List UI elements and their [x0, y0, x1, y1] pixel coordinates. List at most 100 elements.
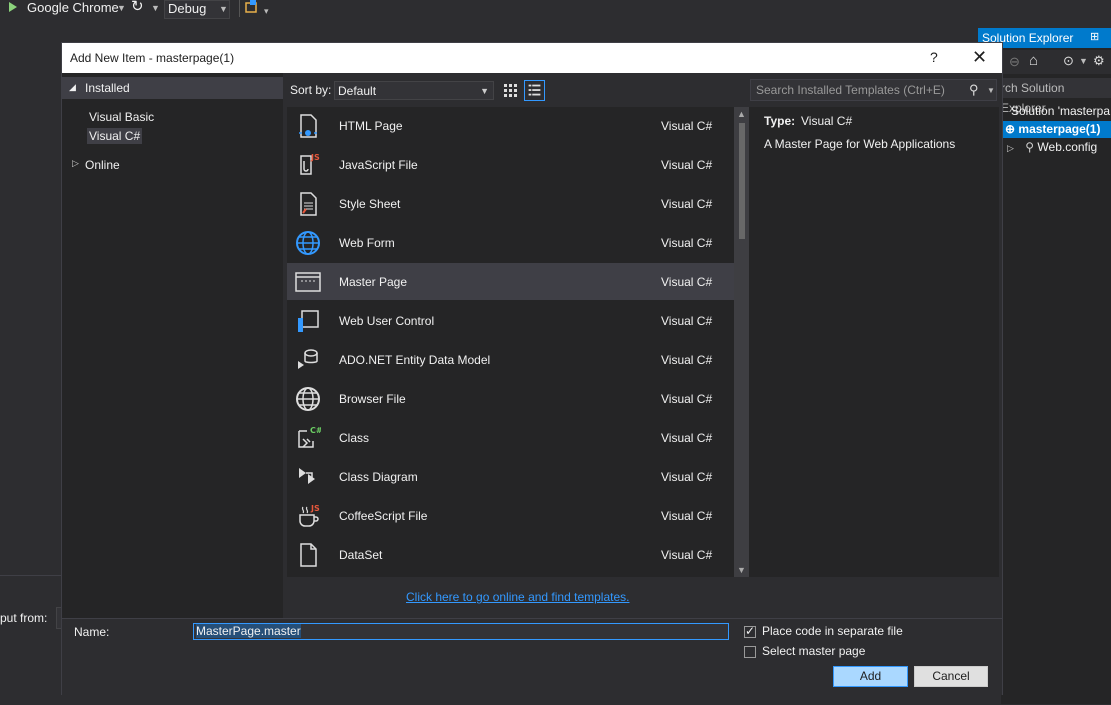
solution-node[interactable]: Solution 'masterpa [1001, 103, 1110, 120]
entity-data-model-icon [298, 349, 318, 369]
chevron-down-icon[interactable]: ▼ [1079, 56, 1088, 66]
config-select[interactable]: Debug ▼ [164, 0, 230, 19]
small-icons-view-icon[interactable] [500, 80, 521, 101]
expand-arrow-icon[interactable]: ▷ [1007, 143, 1014, 153]
template-category: Visual C# [661, 236, 713, 250]
solution-explorer-toolbar: ⊖ ⌂ ⊙ ▼ ⚙ [1001, 50, 1111, 74]
tree-item-visual-basic[interactable]: Visual Basic [89, 110, 154, 124]
svg-text:JS: JS [310, 504, 320, 513]
webconfig-node[interactable]: ▷ ⚲ Web.config [1001, 139, 1097, 156]
template-row[interactable]: Style Sheet Visual C# [287, 185, 734, 222]
close-icon[interactable]: ✕ [972, 47, 987, 68]
template-row[interactable]: JS CoffeeScript File Visual C# [287, 497, 734, 534]
browser-file-icon [296, 387, 320, 411]
search-icon[interactable]: ⚲ [969, 80, 979, 100]
chevron-down-icon[interactable]: ▼ [151, 3, 160, 13]
sync-icon[interactable]: ⊙ [1063, 53, 1074, 69]
checkmark-icon: ✓ [745, 624, 756, 638]
dataset-icon [300, 543, 317, 567]
add-button[interactable]: Add [833, 666, 908, 687]
template-row[interactable]: Class Diagram Visual C# [287, 458, 734, 495]
home-icon[interactable]: ⌂ [1029, 52, 1038, 69]
forward-icon[interactable]: ⊖ [1009, 54, 1020, 70]
template-row[interactable]: Master Page Visual C# [287, 263, 734, 300]
template-category: Visual C# [661, 197, 713, 211]
expand-arrow-icon[interactable]: ▷ [72, 158, 79, 169]
scrollbar-thumb[interactable] [739, 123, 745, 239]
pin-icon[interactable]: ⊞ [1090, 30, 1110, 46]
template-category: Visual C# [661, 158, 713, 172]
toolbar-divider [239, 0, 240, 17]
globe-icon [296, 231, 320, 255]
browser-target-label[interactable]: Google Chrome [27, 0, 119, 15]
sort-value: Default [338, 84, 377, 98]
start-debug-icon[interactable] [9, 2, 17, 12]
svg-text:JS: JS [310, 153, 320, 162]
template-name: Class [339, 431, 370, 445]
refresh-icon[interactable]: ↻ [131, 0, 144, 14]
place-code-checkbox[interactable]: ✓ [744, 624, 756, 638]
name-value: MasterPage.master [196, 624, 301, 638]
template-list: HTML Page Visual C# JS JavaScript File Visua… [287, 107, 749, 577]
tree-item-visual-csharp[interactable]: Visual C# [87, 128, 143, 144]
class-icon: C# [298, 426, 321, 448]
search-placeholder: Search Installed Templates (Ctrl+E) [756, 83, 945, 97]
config-file-icon: ⚲ [1025, 140, 1035, 154]
template-row[interactable]: HTML Page Visual C# [287, 107, 734, 144]
template-search-input[interactable]: Search Installed Templates (Ctrl+E) ⚲ ▼ [750, 79, 997, 101]
html-page-icon [299, 114, 317, 138]
tree-item-installed[interactable]: ◢ Installed [62, 77, 283, 99]
project-node[interactable]: ⊕ masterpage(1) [1001, 121, 1111, 138]
tree-item-online[interactable]: Online [85, 158, 120, 172]
dialog-title: Add New Item - masterpage(1) [70, 51, 235, 65]
online-templates-link[interactable]: Click here to go online and find templat… [406, 590, 629, 604]
type-label: Type: [764, 114, 796, 128]
ide-toolbar: Google Chrome ▼ ↻ ▼ Debug ▼ ▾ [0, 0, 1111, 20]
template-details: Type: Visual C# A Master Page for Web Ap… [749, 107, 999, 577]
svg-text:C#: C# [310, 426, 321, 435]
template-name: Web Form [339, 236, 395, 250]
template-name: HTML Page [339, 119, 403, 133]
type-value: Visual C# [801, 114, 853, 128]
cancel-button[interactable]: Cancel [914, 666, 988, 687]
solution-explorer-search[interactable]: rch Solution Explorer [1001, 78, 1111, 115]
scroll-down-icon[interactable]: ▼ [737, 565, 746, 575]
template-name: Class Diagram [339, 470, 418, 484]
coffeescript-file-icon: JS [299, 504, 320, 527]
template-row[interactable]: JS JavaScript File Visual C# [287, 146, 734, 183]
add-new-item-dialog: Add New Item - masterpage(1) ? ✕ ◢ Insta… [62, 43, 1002, 695]
help-button[interactable]: ? [930, 49, 938, 65]
chevron-down-icon[interactable]: ▾ [264, 6, 269, 17]
template-row[interactable]: Web User Control Visual C# [287, 302, 734, 339]
scroll-up-icon[interactable]: ▲ [737, 109, 746, 119]
template-category: Visual C# [661, 119, 713, 133]
globe-icon: ⊕ [1005, 122, 1016, 136]
javascript-file-icon: JS [300, 153, 320, 175]
name-input[interactable]: MasterPage.master [193, 623, 729, 640]
template-name: JavaScript File [339, 158, 418, 172]
chevron-down-icon[interactable]: ▼ [117, 3, 126, 13]
template-description: A Master Page for Web Applications [764, 137, 956, 151]
select-master-checkbox[interactable] [744, 646, 756, 658]
chevron-down-icon[interactable]: ▼ [987, 81, 995, 101]
dialog-title-bar: Add New Item - masterpage(1) ? ✕ [62, 43, 1002, 73]
template-row[interactable]: ADO.NET Entity Data Model Visual C# [287, 341, 734, 378]
template-row[interactable]: Browser File Visual C# [287, 380, 734, 417]
output-from-label: put from: [0, 611, 48, 625]
template-category: Visual C# [661, 353, 713, 367]
template-row[interactable]: Web Form Visual C# [287, 224, 734, 261]
collapse-arrow-icon[interactable]: ◢ [69, 82, 76, 93]
sort-select[interactable]: Default ▼ [334, 81, 494, 100]
list-view-icon[interactable] [524, 80, 545, 101]
find-in-files-icon[interactable] [245, 0, 259, 14]
template-row[interactable]: DataSet Visual C# [287, 536, 734, 573]
template-name: Master Page [339, 275, 408, 289]
template-row[interactable]: C# Class Visual C# [287, 419, 734, 456]
tree-label-installed: Installed [85, 81, 130, 95]
class-diagram-icon [299, 468, 315, 484]
template-name: Style Sheet [339, 197, 401, 211]
template-category: Visual C# [661, 431, 713, 445]
settings-icon[interactable]: ⚙ [1093, 53, 1105, 69]
style-sheet-icon [300, 192, 317, 216]
sort-by-label: Sort by: [290, 83, 332, 97]
